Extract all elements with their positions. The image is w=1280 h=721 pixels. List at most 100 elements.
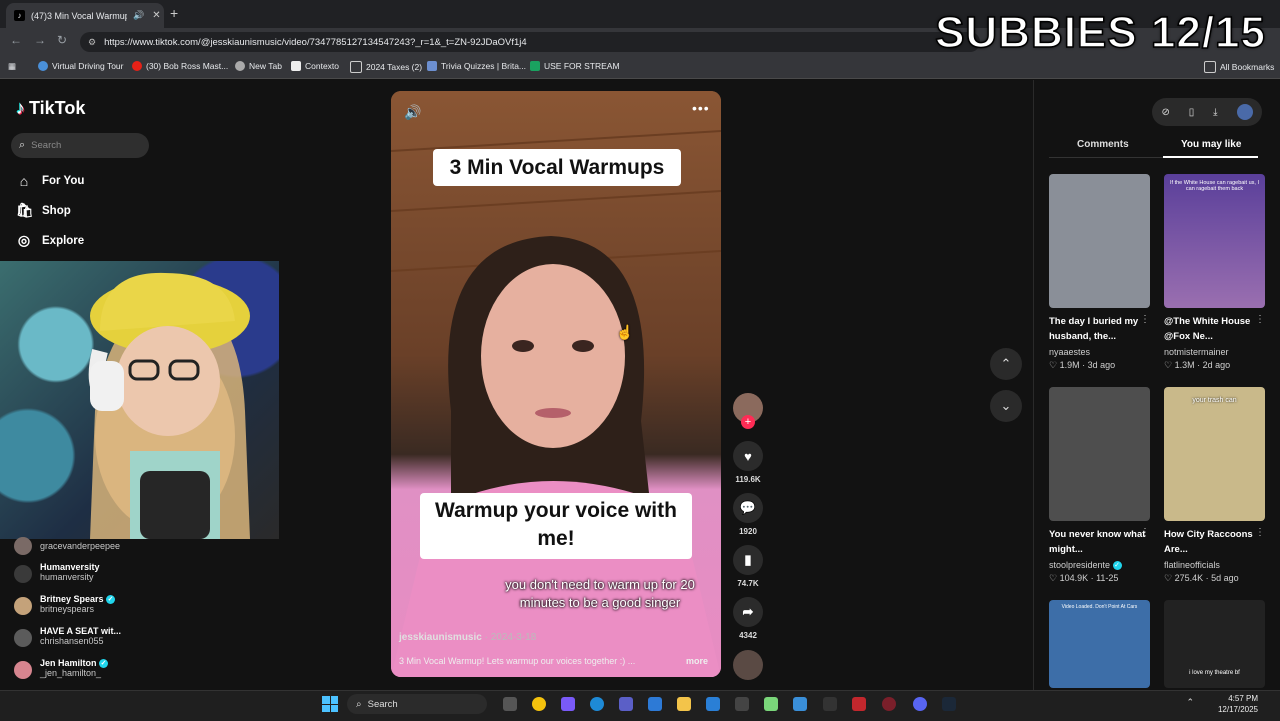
teams-icon[interactable] [619,697,633,711]
following-item[interactable]: Humanversity humanversity [14,562,100,583]
nav-for-you[interactable]: ⌂ For You [16,173,85,189]
nav-explore[interactable]: ◎ Explore [16,232,84,249]
taskbar-search[interactable]: ⌕ Search [347,694,487,714]
reload-icon[interactable]: ↻ [57,33,67,47]
bookmark-label: 2024 Taxes (2) [366,62,423,72]
windows-start-icon[interactable] [322,696,338,712]
steam-icon[interactable] [942,697,956,711]
task-view-icon[interactable] [503,697,517,711]
tab-you-may-like[interactable]: You may like [1181,139,1241,150]
bookmark-item[interactable]: New Tab [235,61,282,71]
app-icon[interactable] [882,697,896,711]
author-name[interactable]: jesskiaunismusic [399,632,482,643]
edge-icon[interactable] [590,697,604,711]
video-author[interactable]: jesskiaunismusic · 2024-3-18 [399,632,536,643]
save-count: 74.7K [737,579,759,588]
follow-plus-icon[interactable]: + [741,415,755,429]
more-button[interactable]: more [686,656,708,666]
share-button[interactable]: ➦ 4342 [733,597,763,640]
site-info-icon[interactable]: ⚙ [88,37,96,48]
discord-icon[interactable] [913,697,927,711]
photos-icon[interactable] [648,697,662,711]
avatar [14,597,32,615]
bookmark-item[interactable]: Trivia Quizzes | Brita... [427,61,526,71]
bookmark-item[interactable]: USE FOR STREAM [530,61,620,71]
copilot-icon[interactable] [561,697,575,711]
card-title: The day I buried my husband, the... [1049,316,1139,342]
app-icon[interactable] [764,697,778,711]
card-user: notmistermainer [1164,347,1229,357]
bookmark-item[interactable]: 2024 Taxes (2) [350,61,422,73]
share-icon: ➦ [733,597,763,627]
nav-shop[interactable]: 🛍 Shop [16,202,71,219]
suggested-video-card[interactable]: i love my theatre bf [1164,600,1265,688]
suggested-video-card[interactable]: The day I buried my husband, the... nyaa… [1049,174,1150,371]
card-title: How City Raccoons Are... [1164,529,1253,555]
chevron-up-icon[interactable]: ⌃ [1186,697,1194,708]
apps-icon[interactable]: ▦ [8,61,16,72]
download-icon[interactable]: ⤓ [1213,107,1217,118]
streamer-webcam-image [88,272,250,539]
bookmark-label: (30) Bob Ross Mast... [146,61,229,71]
following-handle: humanversity [40,572,94,582]
like-button[interactable]: ♥ 119.6K [733,441,763,484]
globe-icon [38,61,48,71]
previous-video-button[interactable]: ⌃ [990,348,1022,380]
bookmark-item[interactable]: Virtual Driving Tour [38,61,124,71]
suggested-video-card[interactable]: You never know what might... stoolpresid… [1049,387,1150,584]
following-handle: chrishansen055 [40,636,104,646]
clock[interactable]: 4:57 PM 12/17/2025 [1218,693,1258,715]
capcut-icon[interactable] [823,697,837,711]
chrome-icon[interactable] [532,697,546,711]
browser-tab[interactable]: ♪ (47)3 Min Vocal Warmup! | 🔊 ✕ [6,3,164,28]
thumbnail-text: Video Loaded. Don't Point At Cars [1061,604,1138,610]
verified-icon: ✓ [106,595,116,605]
video-caption-top: 3 Min Vocal Warmups [433,149,681,186]
suggested-video-card[interactable]: your trash can How City Raccoons Are... … [1164,387,1265,584]
following-item[interactable]: gracevanderpeepee [14,537,120,555]
comment-button[interactable]: 💬 1920 [733,493,763,536]
app-icon[interactable] [852,697,866,711]
next-video-button[interactable]: ⌄ [990,390,1022,422]
search-icon: ⌕ [19,139,26,151]
more-options-icon[interactable]: ••• [692,100,710,116]
card-menu-icon[interactable]: ⋮ [1140,527,1150,538]
bookmark-label: Trivia Quizzes | Brita... [441,61,527,71]
suggested-video-card[interactable]: If the White House can ragebait us, I ca… [1164,174,1265,371]
music-disc-icon[interactable] [733,650,763,680]
tiktok-note-icon: ♪ [16,98,25,118]
following-item[interactable]: Jen Hamilton ✓ _jen_hamilton_ [14,658,109,679]
new-tab-icon[interactable]: + [170,5,178,21]
forward-icon[interactable]: → [34,33,46,47]
compass-icon[interactable]: ⊘ [1161,107,1169,118]
video-caption-bottom: Warmup your voice with me! [420,493,692,559]
tab-comments[interactable]: Comments [1077,139,1129,150]
card-menu-icon[interactable]: ⋮ [1140,314,1150,325]
speaker-icon[interactable]: 🔊 [133,10,144,21]
volume-icon[interactable]: 🔊 [404,104,421,121]
following-item[interactable]: Britney Spears ✓ britneyspears [14,594,116,615]
tiktok-logo[interactable]: ♪ TikTok [16,98,85,119]
card-menu-icon[interactable]: ⋮ [1255,527,1265,538]
following-item[interactable]: HAVE A SEAT wit... chrishansen055 [14,626,121,647]
all-bookmarks[interactable]: All Bookmarks [1204,61,1274,73]
device-icon[interactable]: ▯ [1189,107,1195,118]
clock-time: 4:57 PM [1228,694,1258,703]
back-icon[interactable]: ← [10,33,22,47]
mail-icon[interactable] [706,697,720,711]
card-menu-icon[interactable]: ⋮ [1255,314,1265,325]
avatar [14,629,32,647]
close-tab-icon[interactable]: ✕ [152,10,160,21]
store-icon[interactable] [735,697,749,711]
profile-avatar-icon[interactable] [1236,104,1253,120]
file-explorer-icon[interactable] [677,697,691,711]
address-bar[interactable]: ⚙ https://www.tiktok.com/@jesskiaunismus… [80,32,980,52]
video-thumbnail: Video Loaded. Don't Point At Cars [1049,600,1150,688]
search-input[interactable]: ⌕ Search [11,133,149,158]
bookmark-item[interactable]: Contexto [291,61,339,71]
post-date: · 2024-3-18 [484,632,537,643]
suggested-video-card[interactable]: Video Loaded. Don't Point At Cars [1049,600,1150,688]
app-icon[interactable] [793,697,807,711]
bookmark-item[interactable]: (30) Bob Ross Mast... [132,61,228,71]
save-button[interactable]: ▮ 74.7K [733,545,763,588]
